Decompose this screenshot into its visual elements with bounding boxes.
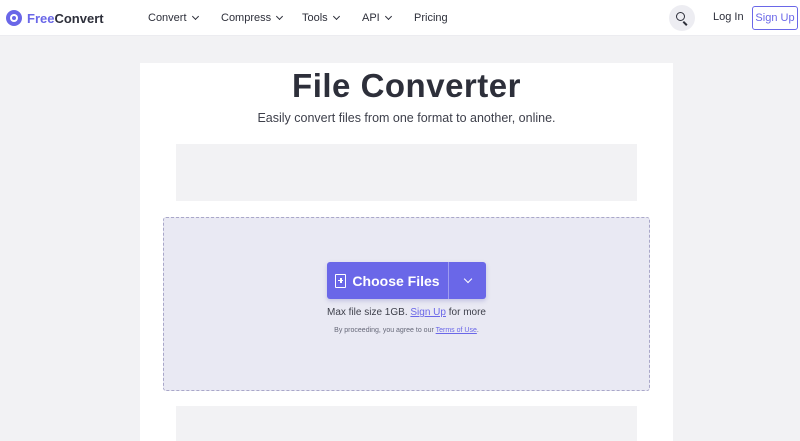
nav-api-label: API — [362, 12, 380, 24]
nav-api[interactable]: API — [362, 11, 392, 25]
nav-tools-label: Tools — [302, 12, 328, 24]
file-dropzone[interactable]: Choose Files Max file size 1GB. Sign Up … — [163, 217, 650, 391]
logo-text: FreeConvert — [27, 11, 104, 26]
terms-link[interactable]: Terms of Use — [436, 327, 477, 334]
login-link[interactable]: Log In — [713, 11, 744, 23]
chevron-down-icon — [191, 12, 199, 21]
max-size-text: Max file size 1GB. — [327, 307, 408, 318]
search-button[interactable] — [669, 5, 695, 31]
terms-text: By proceeding, you agree to our — [334, 327, 434, 334]
nav-compress[interactable]: Compress — [221, 11, 284, 25]
page-title: File Converter — [292, 67, 521, 104]
nav-pricing-label: Pricing — [414, 12, 448, 24]
choose-files-label: Choose Files — [352, 272, 440, 289]
max-file-size-note: Max file size 1GB. Sign Up for more — [164, 307, 649, 318]
chevron-down-icon — [463, 274, 472, 284]
chevron-down-icon — [384, 12, 392, 21]
ad-placeholder-bottom — [176, 406, 637, 441]
signup-link[interactable]: Sign Up — [410, 307, 446, 318]
nav-convert-label: Convert — [148, 12, 187, 24]
file-plus-icon — [335, 273, 347, 288]
nav-tools[interactable]: Tools — [302, 11, 340, 25]
nav-pricing[interactable]: Pricing — [414, 11, 448, 25]
signup-button[interactable]: Sign Up — [752, 6, 798, 30]
logo[interactable]: FreeConvert — [6, 10, 104, 26]
nav-convert[interactable]: Convert — [148, 11, 199, 25]
ad-placeholder-top — [176, 144, 637, 201]
choose-files-dropdown[interactable] — [449, 262, 486, 299]
top-navbar: FreeConvert Convert Compress Tools API P… — [0, 0, 800, 36]
converter-card: File Converter Easily convert files from… — [140, 63, 673, 441]
logo-icon — [6, 10, 22, 26]
logo-text-convert: Convert — [54, 10, 104, 26]
choose-files-button[interactable]: Choose Files — [327, 262, 448, 299]
nav-compress-label: Compress — [221, 12, 272, 24]
page-subtitle: Easily convert files from one format to … — [257, 111, 556, 125]
chevron-down-icon — [276, 12, 284, 21]
max-size-suffix: for more — [448, 307, 486, 318]
chevron-down-icon — [332, 12, 340, 21]
terms-note: By proceeding, you agree to our Terms of… — [164, 327, 649, 334]
logo-text-free: Free — [27, 10, 55, 26]
terms-suffix: . — [476, 327, 479, 334]
choose-files-button-group: Choose Files — [327, 262, 486, 299]
search-icon — [676, 12, 685, 21]
search-icon-handle — [682, 21, 688, 26]
